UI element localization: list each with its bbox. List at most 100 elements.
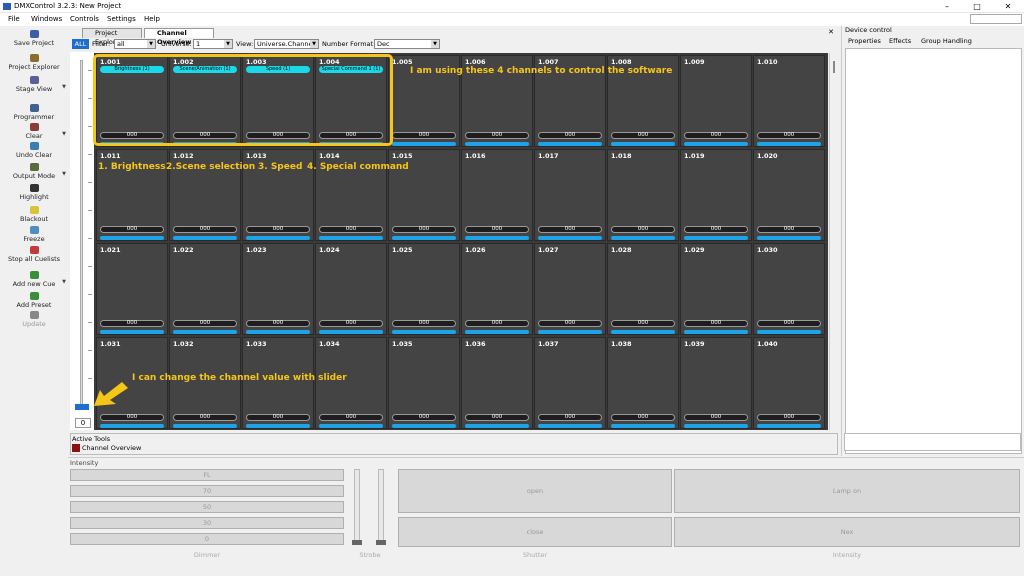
lamp-on-button[interactable]: Lamp on xyxy=(674,469,1020,513)
channel-cell[interactable]: 1.019 000 xyxy=(680,149,752,241)
strobe-fader-a-knob[interactable] xyxy=(352,540,362,545)
tab-properties[interactable]: Properties xyxy=(848,37,881,45)
preset-30-button[interactable]: 30 xyxy=(70,517,344,529)
channel-value: 000 xyxy=(757,320,821,327)
channel-cell[interactable]: 1.036 000 xyxy=(461,337,533,429)
channel-cell[interactable]: 1.027 000 xyxy=(534,243,606,335)
channel-cell[interactable]: 1.025 000 xyxy=(388,243,460,335)
preset-0-button[interactable]: 0 xyxy=(70,533,344,545)
channel-cell[interactable]: 1.024 000 xyxy=(315,243,387,335)
menu-file[interactable]: File xyxy=(8,15,20,23)
toolbar-undo-clear-button[interactable]: Undo Clear xyxy=(0,142,68,159)
tab-group-handling[interactable]: Group Handling xyxy=(921,37,972,45)
channel-cell[interactable]: 1.035 000 xyxy=(388,337,460,429)
preset-70-button[interactable]: 70 xyxy=(70,485,344,497)
chevron-down-icon[interactable]: ▼ xyxy=(62,171,66,177)
number-format-select[interactable]: Dec ▼ xyxy=(374,39,440,49)
toolbar-label: Update xyxy=(22,320,46,328)
channel-cell[interactable]: 1.038 000 xyxy=(607,337,679,429)
channel-cell[interactable]: 1.040 000 xyxy=(753,337,825,429)
lamp-off-button[interactable]: Nex xyxy=(674,517,1020,547)
chevron-down-icon[interactable]: ▼ xyxy=(62,131,66,137)
toolbar-label: Programmer xyxy=(13,113,55,121)
tab-effects[interactable]: Effects xyxy=(889,37,911,45)
search-input[interactable] xyxy=(970,14,1022,24)
channel-cell[interactable]: 1.029 000 xyxy=(680,243,752,335)
title-bar: DMXControl 3.2.3: New Project – □ ✕ xyxy=(0,0,1024,13)
app-logo-icon xyxy=(3,3,11,10)
menu-settings[interactable]: Settings xyxy=(107,15,136,23)
channel-cell[interactable]: 1.017 000 xyxy=(534,149,606,241)
blackout-icon xyxy=(29,206,39,214)
channel-cell[interactable]: 1.032 000 xyxy=(169,337,241,429)
channel-cell[interactable]: 1.039 000 xyxy=(680,337,752,429)
toolbar-freeze-button[interactable]: Freeze xyxy=(0,226,68,243)
annotation-slider: I can change the channel value with slid… xyxy=(132,373,347,383)
close-tab-icon[interactable]: ✕ xyxy=(828,28,834,36)
menu-help[interactable]: Help xyxy=(144,15,160,23)
channel-level-bar xyxy=(684,424,748,428)
toolbar-stage-view-button[interactable]: Stage View ▼ xyxy=(0,76,68,93)
close-button[interactable]: ✕ xyxy=(993,0,1023,13)
channel-slider-track[interactable] xyxy=(80,60,83,410)
channel-slider-thumb[interactable] xyxy=(75,404,89,410)
toolbar-update-button[interactable]: Update xyxy=(0,311,68,328)
output-icon xyxy=(29,163,39,171)
channel-value-field[interactable]: 0 xyxy=(75,418,91,428)
channel-cell[interactable]: 1.020 000 xyxy=(753,149,825,241)
view-select[interactable]: Universe.Channel ▼ xyxy=(254,39,319,49)
strobe-fader-b-knob[interactable] xyxy=(376,540,386,545)
shutter-close-button[interactable]: close xyxy=(398,517,672,547)
channel-cell[interactable]: 1.030 000 xyxy=(753,243,825,335)
maximize-button[interactable]: □ xyxy=(962,0,992,13)
tab-project-explorer[interactable]: Project Explorer xyxy=(82,28,142,46)
channel-cell[interactable]: 1.034 000 xyxy=(315,337,387,429)
tab-channel-overview[interactable]: Channel Overview xyxy=(144,28,214,46)
universe-select[interactable]: 1 ▼ xyxy=(193,39,233,49)
channel-cell[interactable]: 1.028 000 xyxy=(607,243,679,335)
channel-number: 1.005 xyxy=(392,58,413,66)
channel-cell[interactable]: 1.023 000 xyxy=(242,243,314,335)
toolbar-blackout-button[interactable]: Blackout xyxy=(0,206,68,223)
channel-value: 000 xyxy=(392,132,456,139)
toolbar-programmer-button[interactable]: Programmer xyxy=(0,104,68,121)
channel-cell[interactable]: 1.022 000 xyxy=(169,243,241,335)
toolbar-stop-all-cuelists-button[interactable]: Stop all Cuelists xyxy=(0,246,68,263)
shutter-open-button[interactable]: open xyxy=(398,469,672,513)
toolbar-clear-button[interactable]: Clear ▼ xyxy=(0,123,68,140)
menu-controls[interactable]: Controls xyxy=(70,15,99,23)
toolbar-add-new-cue-button[interactable]: Add new Cue ▼ xyxy=(0,271,68,288)
toolbar-add-preset-button[interactable]: Add Preset xyxy=(0,292,68,309)
channel-cell[interactable]: 1.037 000 xyxy=(534,337,606,429)
annotation-top: I am using these 4 channels to control t… xyxy=(410,66,673,76)
menu-windows[interactable]: Windows xyxy=(31,15,62,23)
channel-cell[interactable]: 1.033 000 xyxy=(242,337,314,429)
channel-cell[interactable]: 1.010 000 xyxy=(753,55,825,147)
strobe-fader-b[interactable] xyxy=(378,469,384,541)
strobe-fader-a[interactable] xyxy=(354,469,360,541)
channel-cell[interactable]: 1.009 000 xyxy=(680,55,752,147)
channel-cell[interactable]: 1.026 000 xyxy=(461,243,533,335)
channel-cell[interactable]: 1.021 000 xyxy=(96,243,168,335)
channel-cell[interactable]: 1.016 000 xyxy=(461,149,533,241)
preset-50-button[interactable]: 50 xyxy=(70,501,344,513)
chevron-down-icon[interactable]: ▼ xyxy=(62,279,66,285)
universe-label: Universe: xyxy=(161,40,192,48)
channel-cell[interactable]: 1.018 000 xyxy=(607,149,679,241)
channel-value: 000 xyxy=(465,320,529,327)
filter-value: all xyxy=(117,40,125,48)
grid-scrollbar[interactable] xyxy=(829,53,838,430)
minimize-button[interactable]: – xyxy=(932,0,962,13)
toolbar-output-mode-button[interactable]: Output Mode ▼ xyxy=(0,163,68,180)
chevron-down-icon[interactable]: ▼ xyxy=(62,84,66,90)
scrollbar-thumb[interactable] xyxy=(833,61,835,73)
preset-fl-button[interactable]: FL xyxy=(70,469,344,481)
toolbar-highlight-button[interactable]: Highlight xyxy=(0,184,68,201)
filter-select[interactable]: all ▼ xyxy=(114,39,156,49)
toolbar-project-explorer-button[interactable]: Project Explorer xyxy=(0,54,68,71)
channel-number: 1.012 xyxy=(173,152,194,160)
toolbar-save-project-button[interactable]: Save Project xyxy=(0,30,68,47)
update-icon xyxy=(29,311,39,319)
active-tool-item[interactable]: Channel Overview xyxy=(72,444,141,452)
toolbar-label: Freeze xyxy=(23,235,45,243)
